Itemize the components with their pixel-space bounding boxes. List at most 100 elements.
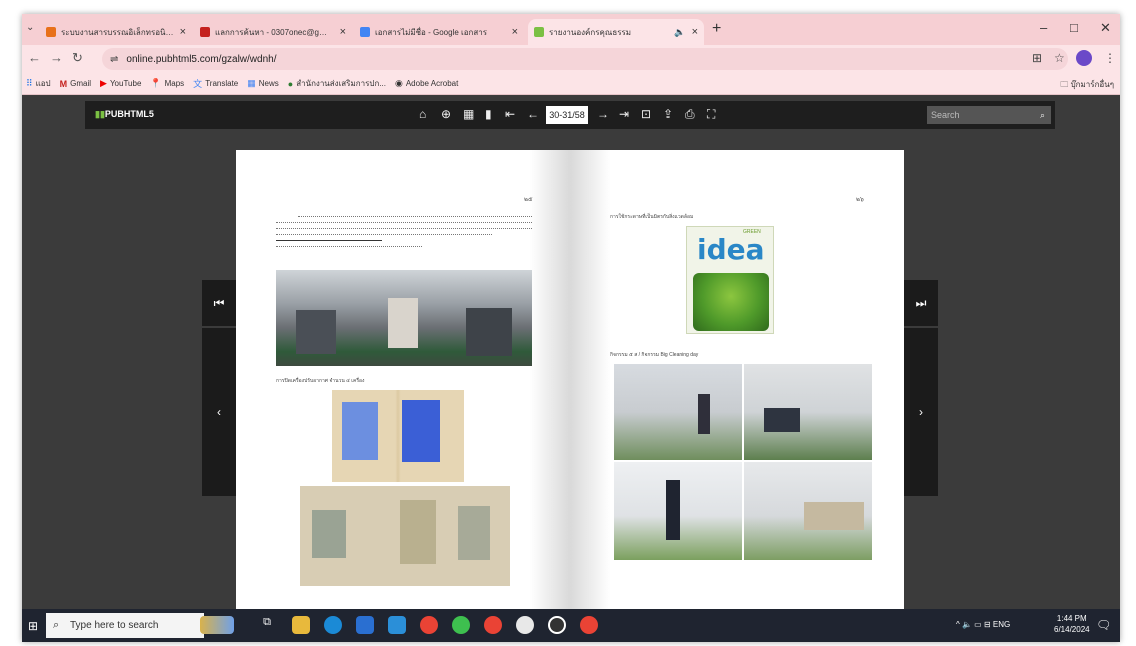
page-number: ๒๖ (856, 197, 864, 203)
print-icon[interactable]: ⎙ (685, 107, 695, 122)
autoflip-icon[interactable]: ⊡ (641, 107, 651, 121)
book-spread: ๒๕ การปิดเครื่องปรับอากาศ จำนวน ๔ เครื่อ… (236, 150, 904, 609)
tab-2[interactable]: แลกการค้นหา - 0307onec@gmail × (194, 19, 352, 45)
back-arrow-icon[interactable]: ← (28, 50, 41, 65)
tab-3[interactable]: เอกสารไม่มีชื่อ - Google เอกสาร × (354, 19, 524, 45)
zoom-in-icon[interactable]: ⊕ (441, 107, 451, 121)
last-page-side-button[interactable]: ⏭ (904, 280, 938, 326)
logo-mark-icon: ▮▮ (95, 109, 105, 119)
photo-detail (764, 408, 800, 432)
chrome-profile-2-icon[interactable] (516, 616, 534, 634)
bookmark-gmail[interactable]: M Gmail (60, 79, 91, 89)
left-page: ๒๕ การปิดเครื่องปรับอากาศ จำนวน ๔ เครื่อ… (236, 150, 570, 609)
search-icon: ⌕ (53, 619, 60, 631)
store-icon[interactable] (356, 616, 374, 634)
bookmark-apps[interactable]: ⠿ แอป (26, 77, 51, 90)
previous-page-icon[interactable]: ← (527, 107, 539, 121)
previous-page-side-button[interactable]: ‹ (202, 328, 236, 496)
translate-page-icon[interactable]: ⊞ (1032, 51, 1042, 65)
home-icon[interactable]: ⌂ (419, 107, 426, 121)
docs-favicon-icon (360, 27, 370, 37)
line-icon[interactable] (452, 616, 470, 634)
bookmark-news[interactable]: ▦ News (247, 78, 279, 89)
maps-icon: 📍 (150, 78, 162, 88)
tab-4-active[interactable]: รายงานองค์กรคุณธรรม 🔈 × (528, 19, 704, 45)
chrome-profile-icon[interactable] (484, 616, 502, 634)
pubhtml5-logo[interactable]: ▮▮PUBHTML5 (95, 109, 154, 120)
menu-kebab-icon[interactable]: ⋮ (1104, 51, 1116, 65)
tab-1[interactable]: ระบบงานสารบรรณอิเล็กทรอนิกส์ × (40, 19, 192, 45)
address-bar[interactable]: ⇌ online.pubhtml5.com/gzalw/wdnh/ (102, 48, 1068, 70)
close-tab-icon[interactable]: × (340, 26, 346, 38)
search-icon[interactable]: ⌕ (1040, 106, 1045, 124)
profile-avatar-icon[interactable] (1076, 50, 1092, 66)
photo-detail (312, 510, 346, 558)
bookmark-icon[interactable]: ▮ (485, 107, 492, 121)
bookmark-maps[interactable]: 📍 Maps (150, 78, 184, 89)
flipbook-search-input[interactable]: Search ⌕ (927, 106, 1051, 124)
battery-icon[interactable]: ▭ (974, 620, 984, 629)
close-tab-icon[interactable]: × (692, 26, 698, 38)
bookmark-label: สำนักงานส่งเสริมการปก... (296, 79, 386, 88)
mail-icon[interactable] (388, 616, 406, 634)
notifications-icon[interactable]: 🗨 (1096, 618, 1111, 632)
search-highlight-icon[interactable] (200, 616, 234, 634)
volume-icon[interactable]: 🔈 (962, 620, 974, 629)
audio-playing-icon[interactable]: 🔈 (674, 27, 685, 38)
network-icon[interactable]: ⊟ (984, 620, 993, 629)
next-page-icon[interactable]: → (597, 107, 609, 121)
bookmark-acrobat[interactable]: ◉ Adobe Acrobat (395, 78, 458, 89)
bookmark-translate[interactable]: 文 Translate (193, 77, 238, 90)
other-bookmarks-folder[interactable]: 🗀 บุ๊กมาร์กอื่นๆ (1060, 78, 1114, 93)
tab-title: ระบบงานสารบรรณอิเล็กทรอนิกส์ (61, 27, 174, 37)
photo-detail (693, 273, 769, 331)
first-page-side-button[interactable]: ⏮ (202, 280, 236, 326)
close-tab-icon[interactable]: × (180, 26, 186, 38)
edge-icon[interactable] (324, 616, 342, 634)
apps-grid-icon: ⠿ (26, 78, 33, 88)
acrobat-icon: ◉ (394, 78, 403, 88)
tab-title: รายงานองค์กรคุณธรรม (549, 27, 632, 37)
file-explorer-icon[interactable] (292, 616, 310, 634)
language-indicator[interactable]: ENG (993, 620, 1010, 629)
bookmarks-bar: ⠿ แอป M Gmail ▶ YouTube 📍 Maps 文 Translate ▦ N… (22, 73, 1120, 95)
media-player-icon[interactable] (548, 616, 566, 634)
thumbnails-icon[interactable]: ▦ (463, 107, 474, 121)
maximize-icon[interactable]: □ (1070, 20, 1078, 35)
forward-arrow-icon[interactable]: → (50, 50, 63, 65)
task-view-icon[interactable]: ⧉ (258, 616, 276, 634)
close-tab-icon[interactable]: × (512, 26, 518, 38)
site-info-icon[interactable]: ⇌ (110, 54, 118, 65)
taskbar-clock[interactable]: 1:44 PM 6/14/2024 (1054, 613, 1090, 635)
tab-title: เอกสารไม่มีชื่อ - Google เอกสาร (375, 27, 488, 37)
reload-icon[interactable]: ↻ (72, 50, 83, 66)
tab-search-chevron-icon[interactable]: ⌄ (26, 22, 34, 33)
photo-detail (402, 400, 440, 462)
last-page-icon[interactable]: ⇥ (619, 107, 629, 121)
bookmark-site[interactable]: ● สำนักงานส่งเสริมการปก... (288, 77, 386, 90)
windows-start-icon[interactable]: ⊞ (28, 619, 38, 633)
taskbar-search-box[interactable]: ⌕ Type here to search (46, 613, 204, 638)
flipbook-toolbar: ▮▮PUBHTML5 ⌂ ⊕ ▦ ▮ ⇤ ← 30-31/58 → ⇥ ⊡ ⇪ … (85, 101, 1055, 129)
bookmark-youtube[interactable]: ▶ YouTube (100, 78, 141, 89)
minimize-icon[interactable]: – (1040, 20, 1047, 35)
fullscreen-icon[interactable]: ⛶ (707, 107, 715, 122)
new-tab-button[interactable]: + (712, 20, 721, 38)
photo-detail (388, 298, 418, 348)
flipbook-viewer: ▮▮PUBHTML5 ⌂ ⊕ ▦ ▮ ⇤ ← 30-31/58 → ⇥ ⊡ ⇪ … (22, 96, 1120, 609)
photo-detail (466, 308, 512, 356)
youtube-icon: ▶ (100, 78, 107, 88)
first-page-icon[interactable]: ⇤ (505, 107, 515, 121)
chrome-icon[interactable] (420, 616, 438, 634)
office-interior-photo (276, 270, 532, 366)
share-icon[interactable]: ⇪ (663, 107, 673, 121)
bookmark-star-icon[interactable]: ☆ (1054, 51, 1065, 65)
chrome-profile-3-icon[interactable] (580, 616, 598, 634)
caption-text: การปิดเครื่องปรับอากาศ จำนวน ๔ เครื่อง (276, 378, 365, 384)
right-page: ๒๖ การใช้กระดาษที่เป็นมิตรกับสิ่งแวดล้อม… (570, 150, 904, 609)
page-number-input[interactable]: 30-31/58 (546, 106, 588, 124)
bookmark-label: Gmail (70, 79, 92, 88)
next-page-side-button[interactable]: › (904, 328, 938, 496)
folder-icon: 🗀 (1060, 80, 1071, 89)
close-window-icon[interactable]: ✕ (1100, 20, 1111, 36)
